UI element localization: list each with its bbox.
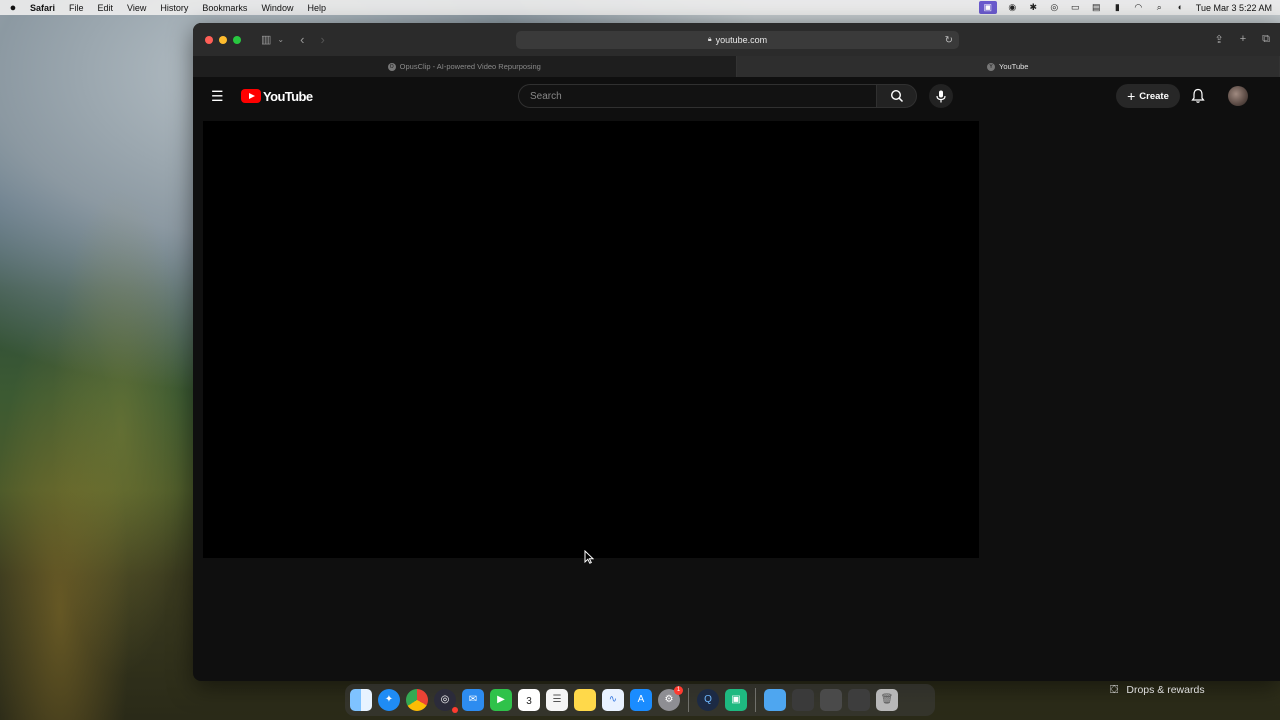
tab-opusclip[interactable]: O OpusClip - AI-powered Video Repurposin…: [193, 56, 737, 77]
minimize-window-button[interactable]: [219, 35, 227, 44]
menu-edit[interactable]: Edit: [98, 3, 114, 13]
menu-history[interactable]: History: [160, 3, 188, 13]
lock-icon: 🔒︎: [707, 36, 712, 43]
address-bar[interactable]: 🔒︎ youtube.com ↻: [516, 31, 959, 49]
safari-icon[interactable]: ✦: [378, 689, 400, 711]
tab-title: YouTube: [999, 62, 1029, 71]
trash-icon[interactable]: 🗑︎: [876, 689, 898, 711]
menu-file[interactable]: File: [69, 3, 84, 13]
menu-bookmarks[interactable]: Bookmarks: [202, 3, 247, 13]
reload-icon[interactable]: ↻: [945, 35, 953, 46]
spotlight-search-icon[interactable]: ⌕: [1154, 3, 1165, 12]
settings-badge: 1: [674, 686, 683, 695]
notes-icon[interactable]: [574, 689, 596, 711]
tab-title: OpusClip - AI-powered Video Repurposing: [399, 62, 541, 71]
apple-icon[interactable]: ●: [8, 2, 18, 14]
mail-icon[interactable]: ✉: [462, 689, 484, 711]
calendar-day: 3: [526, 696, 532, 707]
tab-bar: O OpusClip - AI-powered Video Repurposin…: [193, 56, 1280, 77]
safari-window: ▥ ⌄ ‹ › 🔒︎ youtube.com ↻ ⇪ + ⧉ O OpusCli…: [193, 23, 1280, 681]
create-label: Create: [1139, 90, 1169, 102]
privacy-icon[interactable]: ◎: [1049, 3, 1060, 12]
app-store-icon[interactable]: A: [630, 689, 652, 711]
tab-youtube[interactable]: Y YouTube: [736, 56, 1280, 77]
window-controls: [205, 35, 241, 44]
bluetooth-icon[interactable]: ✱: [1028, 3, 1039, 12]
search-button[interactable]: [876, 84, 917, 108]
opusclip-favicon-icon: O: [387, 62, 396, 71]
calendar-icon[interactable]: 3: [518, 689, 540, 711]
search-input[interactable]: [518, 84, 876, 108]
status-area: ▣ ◉ ✱ ◎ ▭ ▤ ▮ ◠ ⌕ ◐ Tue Mar 3 5:22 AM: [978, 1, 1272, 14]
dock-separator: [688, 688, 689, 712]
control-center-icon[interactable]: ◐: [1175, 3, 1186, 12]
new-tab-icon[interactable]: +: [1240, 33, 1246, 46]
search-bar: [518, 84, 953, 108]
dock-separator: [755, 688, 756, 712]
toolbar-right: ⇪ + ⧉: [1214, 33, 1270, 46]
sidebar-toggle-icon[interactable]: ▥: [261, 33, 271, 46]
menu-hamburger-icon[interactable]: ☰: [211, 88, 225, 105]
youtube-logo[interactable]: YouTube: [241, 88, 313, 104]
menu-clock[interactable]: Tue Mar 3 5:22 AM: [1196, 3, 1272, 13]
keyboard-icon[interactable]: ▤: [1091, 3, 1102, 12]
plus-icon: +: [1127, 88, 1136, 104]
youtube-wordmark: YouTube: [263, 88, 313, 104]
reminders-icon[interactable]: ☰: [546, 689, 568, 711]
share-icon[interactable]: ⇪: [1214, 33, 1223, 46]
menu-help[interactable]: Help: [307, 3, 326, 13]
video-player[interactable]: [203, 121, 979, 558]
menu-app-name[interactable]: Safari: [30, 3, 55, 13]
forward-button[interactable]: ›: [320, 32, 324, 47]
record-icon[interactable]: ◉: [1007, 3, 1018, 12]
search-icon: [890, 89, 903, 103]
notifications-bell-icon[interactable]: [1191, 88, 1205, 104]
minimized-window-2-icon[interactable]: [820, 689, 842, 711]
chevron-down-icon[interactable]: ⌄: [277, 35, 284, 44]
voice-search-button[interactable]: [929, 84, 953, 108]
dock: ✦ ◎ ✉ ▶ 3 ☰ ∿ A ⚙ 1 Q ▣ 🗑︎: [345, 684, 935, 716]
title-bar: ▥ ⌄ ‹ › 🔒︎ youtube.com ↻ ⇪ + ⧉: [193, 23, 1280, 56]
account-avatar[interactable]: [1228, 86, 1248, 106]
system-settings-icon[interactable]: ⚙ 1: [658, 686, 683, 711]
screen-recorder-icon[interactable]: ▣: [725, 689, 747, 711]
back-button[interactable]: ‹: [300, 32, 304, 47]
youtube-favicon-icon: Y: [987, 62, 995, 71]
opusclip-icon[interactable]: ◎: [434, 689, 458, 713]
tab-overview-icon[interactable]: ⧉: [1262, 33, 1270, 46]
close-window-button[interactable]: [205, 35, 213, 44]
chrome-icon[interactable]: [406, 689, 428, 711]
youtube-play-icon: [241, 89, 261, 103]
wifi-icon[interactable]: ◠: [1133, 3, 1144, 12]
drops-rewards-label: Drops & rewards: [1126, 684, 1205, 696]
zoom-window-button[interactable]: [233, 35, 241, 44]
minimized-window-1-icon[interactable]: [792, 689, 814, 711]
screen-recording-icon[interactable]: ▣: [978, 1, 997, 14]
youtube-header: ☰ YouTube + Create: [193, 77, 1280, 115]
url-text: youtube.com: [715, 35, 768, 45]
battery-icon[interactable]: ▮: [1112, 3, 1123, 12]
drops-rewards-widget[interactable]: ⛋ Drops & rewards: [1098, 680, 1280, 700]
minimized-window-3-icon[interactable]: [848, 689, 870, 711]
downloads-folder-icon[interactable]: [764, 689, 786, 711]
mouse-cursor-icon: [584, 550, 594, 564]
finder-icon[interactable]: [350, 689, 372, 711]
menu-bar: ● Safari File Edit View History Bookmark…: [0, 0, 1280, 15]
menu-window[interactable]: Window: [261, 3, 293, 13]
create-button[interactable]: + Create: [1116, 84, 1180, 108]
gift-icon: ⛋: [1110, 683, 1119, 696]
microphone-icon: [936, 90, 946, 102]
display-icon[interactable]: ▭: [1070, 3, 1081, 12]
facetime-icon[interactable]: ▶: [490, 689, 512, 711]
menu-view[interactable]: View: [127, 3, 146, 13]
freeform-icon[interactable]: ∿: [602, 689, 624, 711]
quicktime-icon[interactable]: Q: [697, 689, 719, 711]
